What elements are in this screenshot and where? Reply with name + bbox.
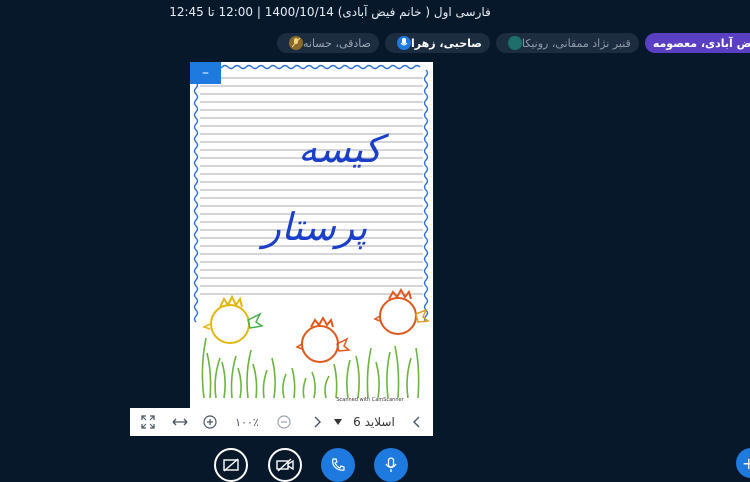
zoom-out-button[interactable] (276, 408, 292, 436)
phone-icon (332, 458, 345, 471)
fullscreen-icon (141, 415, 155, 429)
minimize-icon: – (202, 65, 209, 81)
minimize-presentation-button[interactable]: – (190, 62, 221, 84)
mute-button[interactable] (374, 448, 408, 482)
leave-audio-button[interactable] (321, 448, 355, 482)
mic-icon (397, 36, 411, 50)
previous-slide-button[interactable] (410, 408, 424, 436)
participant-pill[interactable]: صاحبی، زهرا (385, 33, 490, 53)
mic-icon (385, 457, 397, 472)
presenter-pill[interactable]: فیض آبادی، معصومه (644, 33, 750, 53)
muted-mic-icon (289, 36, 303, 50)
listen-only-icon (507, 36, 522, 50)
participant-name: قنبر نژاد ممقانی، رونیکا (521, 36, 631, 50)
fullscreen-button[interactable] (138, 408, 158, 436)
share-webcam-button[interactable] (268, 448, 302, 482)
participant-pill[interactable]: قنبر نژاد ممقانی، رونیکا (495, 33, 639, 53)
presentation-toolbar: ۱۰۰٪ اسلاید 6 (130, 408, 433, 436)
zoom-in-icon (203, 415, 217, 429)
zoom-level: ۱۰۰٪ (235, 415, 259, 429)
participant-name: صادقی، حسانه (303, 36, 371, 50)
video-off-icon (276, 458, 294, 472)
meeting-title: فارسی اول ( خانم فیض آبادی) 1400/10/14 |… (169, 5, 491, 19)
slide-image: کیسه پرستار Scanned with CamScanner (190, 62, 433, 408)
presentation-slide: کیسه پرستار Scanned with CamScanner (190, 62, 433, 408)
slide-dropdown-toggle[interactable] (332, 408, 344, 436)
fit-width-button[interactable] (170, 408, 190, 436)
handwritten-word: پرستار (259, 205, 368, 250)
chevron-left-icon (413, 416, 420, 428)
slide-selector[interactable]: اسلاید 6 (348, 408, 400, 436)
chevron-right-icon (314, 416, 321, 428)
participant-list: صادقی، حسانه صاحبی، زهرا قنبر نژاد ممقان… (277, 33, 750, 53)
action-bar (0, 446, 750, 482)
participant-pill[interactable]: صادقی، حسانه (277, 33, 379, 53)
scanner-watermark: Scanned with CamScanner (336, 397, 404, 403)
participant-name: فیض آبادی، معصومه (652, 36, 750, 50)
handwritten-word: کیسه (298, 127, 390, 171)
participant-name: صاحبی، زهرا (411, 36, 482, 50)
caret-down-icon (334, 419, 342, 425)
fit-width-icon (172, 418, 188, 426)
zoom-out-icon (277, 415, 291, 429)
toggle-presentation-button[interactable] (214, 448, 248, 482)
presentation-off-icon (223, 458, 239, 472)
zoom-in-button[interactable] (202, 408, 218, 436)
plus-icon: + (742, 453, 750, 473)
next-slide-button[interactable] (310, 408, 324, 436)
